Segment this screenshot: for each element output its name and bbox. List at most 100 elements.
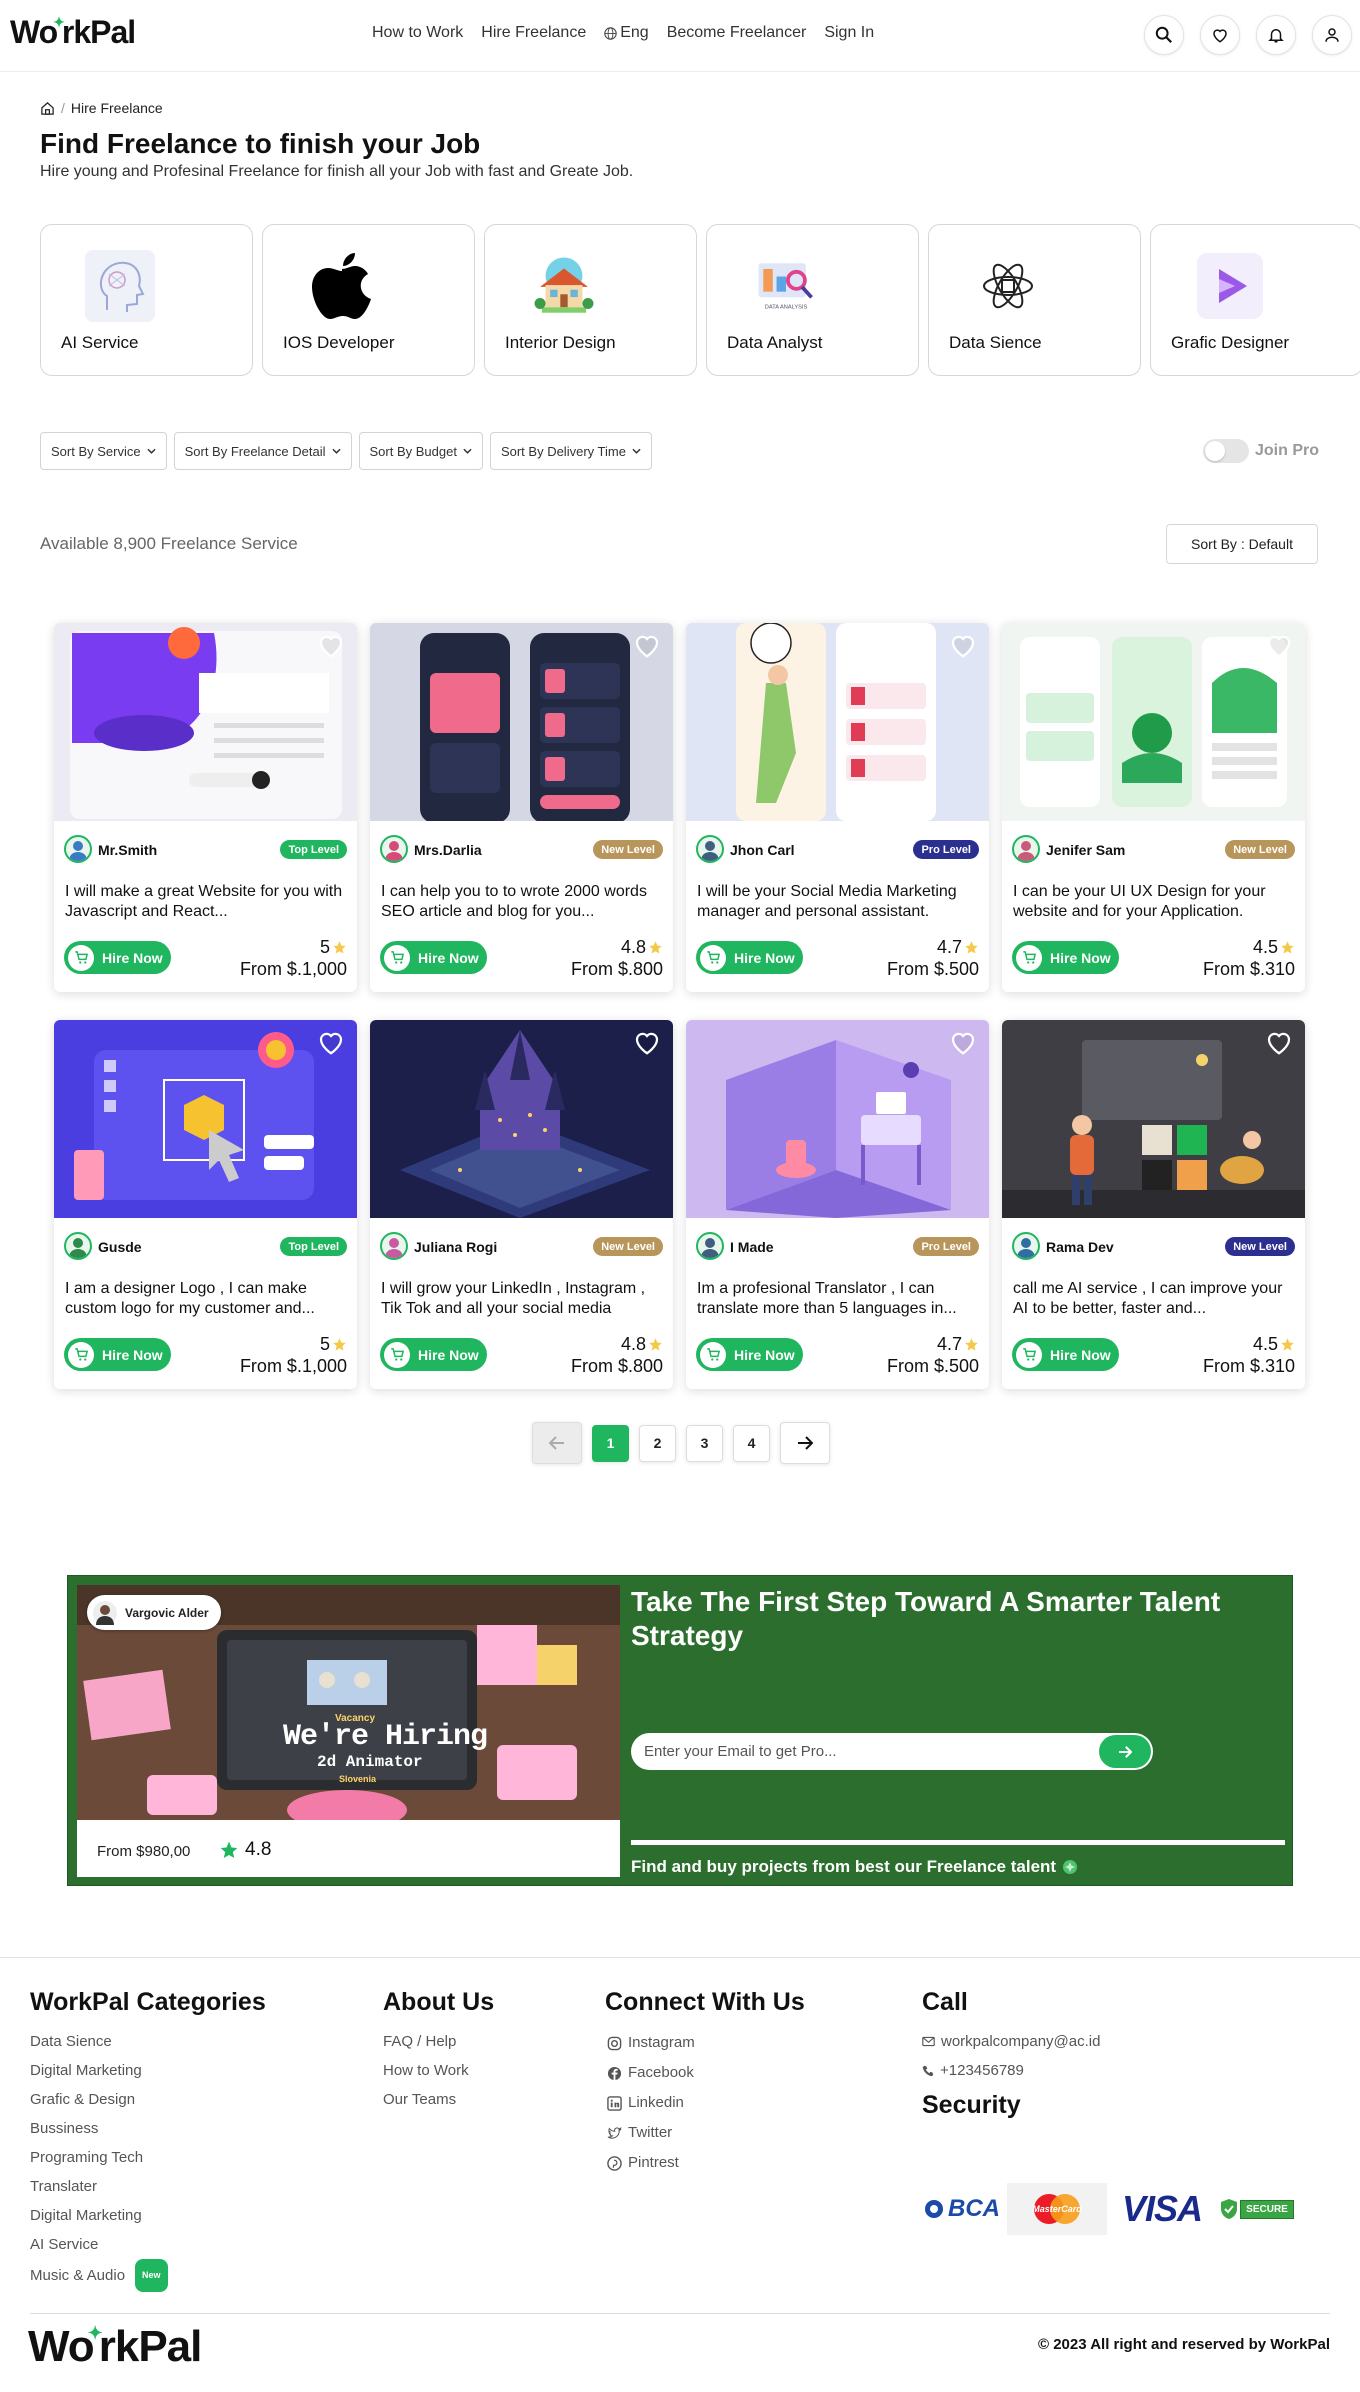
- service-description[interactable]: call me AI service , I can improve your …: [1013, 1279, 1293, 1319]
- footer-link[interactable]: Digital Marketing: [30, 2201, 168, 2230]
- home-icon[interactable]: [40, 101, 55, 116]
- service-description[interactable]: I am a designer Logo , I can make custom…: [65, 1279, 345, 1319]
- category-data-analyst[interactable]: DATA ANALYSIS Data Analyst: [706, 224, 919, 376]
- submit-email-button[interactable]: [1099, 1735, 1151, 1768]
- rating: 4.5: [1253, 937, 1295, 958]
- freelancer-chip[interactable]: Vargovic Alder: [87, 1595, 221, 1630]
- hire-now-button[interactable]: Hire Now: [696, 1338, 803, 1371]
- favorite-button[interactable]: [1262, 628, 1296, 662]
- page-2-button[interactable]: 2: [639, 1424, 676, 1462]
- hire-now-button[interactable]: Hire Now: [1012, 1338, 1119, 1371]
- favorite-button[interactable]: [314, 1025, 348, 1059]
- service-description[interactable]: Im a profesional Translator , I can tran…: [697, 1279, 977, 1319]
- hire-now-button[interactable]: Hire Now: [380, 941, 487, 974]
- service-card[interactable]: Jhon Carl Pro Level I will be your Socia…: [686, 623, 989, 992]
- footer-link[interactable]: Programing Tech: [30, 2143, 168, 2172]
- toggle-switch[interactable]: [1203, 439, 1249, 463]
- nav-hire-freelance[interactable]: Hire Freelance: [481, 24, 586, 42]
- hire-now-button[interactable]: Hire Now: [380, 1338, 487, 1371]
- level-badge: Top Level: [280, 1237, 347, 1256]
- footer-link[interactable]: Grafic & Design: [30, 2085, 168, 2114]
- category-grafic-designer[interactable]: Grafic Designer: [1150, 224, 1360, 376]
- breadcrumb-current[interactable]: Hire Freelance: [71, 100, 163, 116]
- service-card[interactable]: I Made Pro Level Im a profesional Transl…: [686, 1020, 989, 1389]
- next-page-button[interactable]: [780, 1422, 830, 1464]
- service-description[interactable]: I can be your UI UX Design for your webs…: [1013, 882, 1293, 922]
- service-card[interactable]: Mrs.Darlia New Level I can help you to t…: [370, 623, 673, 992]
- banner-title: Take The First Step Toward A Smarter Tal…: [631, 1586, 1221, 1651]
- pinterest-link[interactable]: Pintrest: [607, 2148, 695, 2178]
- hire-now-button[interactable]: Hire Now: [696, 941, 803, 974]
- profile-button[interactable]: [1312, 15, 1352, 55]
- service-card[interactable]: Jenifer Sam New Level I can be your UI U…: [1002, 623, 1305, 992]
- seller-name[interactable]: Juliana Rogi: [414, 1239, 497, 1255]
- instagram-link[interactable]: Instagram: [607, 2028, 695, 2058]
- facebook-link[interactable]: Facebook: [607, 2058, 695, 2088]
- favorite-button[interactable]: [946, 1025, 980, 1059]
- service-description[interactable]: I can help you to to wrote 2000 words SE…: [381, 882, 661, 922]
- email-input[interactable]: Enter your Email to get Pro...: [631, 1733, 1153, 1770]
- email-link[interactable]: workpalcompany@ac.id: [922, 2027, 1100, 2056]
- footer-link[interactable]: Bussiness: [30, 2114, 168, 2143]
- footer-link[interactable]: Our Teams: [383, 2085, 469, 2114]
- favorite-button[interactable]: [314, 628, 348, 662]
- hire-now-button[interactable]: Hire Now: [64, 941, 171, 974]
- seller-name[interactable]: Rama Dev: [1046, 1239, 1114, 1255]
- linkedin-link[interactable]: Linkedin: [607, 2088, 695, 2118]
- service-card[interactable]: Mr.Smith Top Level I will make a great W…: [54, 623, 357, 992]
- join-pro-toggle[interactable]: Join Pro: [1203, 439, 1319, 463]
- filter-delivery-time[interactable]: Sort By Delivery Time: [489, 432, 652, 470]
- service-card[interactable]: Gusde Top Level I am a designer Logo , I…: [54, 1020, 357, 1389]
- seller-name[interactable]: Jhon Carl: [730, 842, 795, 858]
- favorite-button[interactable]: [630, 1025, 664, 1059]
- prev-page-button[interactable]: [532, 1422, 582, 1464]
- search-button[interactable]: [1144, 15, 1184, 55]
- favorite-button[interactable]: [946, 628, 980, 662]
- footer-link-music[interactable]: Music & Audio New: [30, 2259, 168, 2292]
- category-ai-service[interactable]: AI Service: [40, 224, 253, 376]
- nav-how-to-work[interactable]: How to Work: [372, 24, 463, 42]
- hire-now-button[interactable]: Hire Now: [1012, 941, 1119, 974]
- nav-language[interactable]: Eng: [604, 24, 649, 42]
- hire-now-button[interactable]: Hire Now: [64, 1338, 171, 1371]
- favorite-button[interactable]: [630, 628, 664, 662]
- category-ios-developer[interactable]: IOS Developer: [262, 224, 475, 376]
- category-data-science[interactable]: Data Sience: [928, 224, 1141, 376]
- page-4-button[interactable]: 4: [733, 1424, 770, 1462]
- level-badge: New Level: [593, 840, 663, 859]
- filter-service[interactable]: Sort By Service: [40, 432, 167, 470]
- favorite-button[interactable]: [1262, 1025, 1296, 1059]
- seller-name[interactable]: I Made: [730, 1239, 774, 1255]
- page-1-button[interactable]: 1: [592, 1424, 629, 1462]
- footer-logo[interactable]: Wo✦rkPal: [28, 2322, 202, 2372]
- category-interior-design[interactable]: Interior Design: [484, 224, 697, 376]
- notifications-button[interactable]: [1256, 15, 1296, 55]
- service-description[interactable]: I will make a great Website for you with…: [65, 882, 345, 922]
- footer-link[interactable]: Translater: [30, 2172, 168, 2201]
- filter-freelance-detail[interactable]: Sort By Freelance Detail: [173, 432, 352, 470]
- footer-link[interactable]: How to Work: [383, 2056, 469, 2085]
- workpal-logo[interactable]: Wo✦rkPal: [10, 14, 136, 51]
- featured-job-card[interactable]: Vacancy We're Hiring 2d Animator Sloveni…: [77, 1585, 620, 1877]
- seller-name[interactable]: Gusde: [98, 1239, 142, 1255]
- seller-name[interactable]: Jenifer Sam: [1046, 842, 1125, 858]
- nav-become-freelancer[interactable]: Become Freelancer: [667, 24, 807, 42]
- footer-link[interactable]: FAQ / Help: [383, 2027, 469, 2056]
- service-description[interactable]: I will grow your LinkedIn , Instagram , …: [381, 1279, 661, 1319]
- seller-name[interactable]: Mrs.Darlia: [414, 842, 482, 858]
- seller-name[interactable]: Mr.Smith: [98, 842, 157, 858]
- filter-budget[interactable]: Sort By Budget: [358, 432, 483, 470]
- rating-value: 4.5: [1252, 1334, 1278, 1354]
- footer-link[interactable]: Digital Marketing: [30, 2056, 168, 2085]
- service-card[interactable]: Juliana Rogi New Level I will grow your …: [370, 1020, 673, 1389]
- service-description[interactable]: I will be your Social Media Marketing ma…: [697, 882, 977, 922]
- twitter-link[interactable]: Twitter: [607, 2118, 695, 2148]
- sort-dropdown[interactable]: Sort By : Default: [1166, 524, 1318, 564]
- page-3-button[interactable]: 3: [686, 1424, 723, 1462]
- footer-link[interactable]: AI Service: [30, 2230, 168, 2259]
- footer-link[interactable]: Data Sience: [30, 2027, 168, 2056]
- service-card[interactable]: Rama Dev New Level call me AI service , …: [1002, 1020, 1305, 1389]
- nav-sign-in[interactable]: Sign In: [824, 24, 874, 42]
- favorites-button[interactable]: [1200, 15, 1240, 55]
- phone-link[interactable]: +123456789: [922, 2056, 1100, 2085]
